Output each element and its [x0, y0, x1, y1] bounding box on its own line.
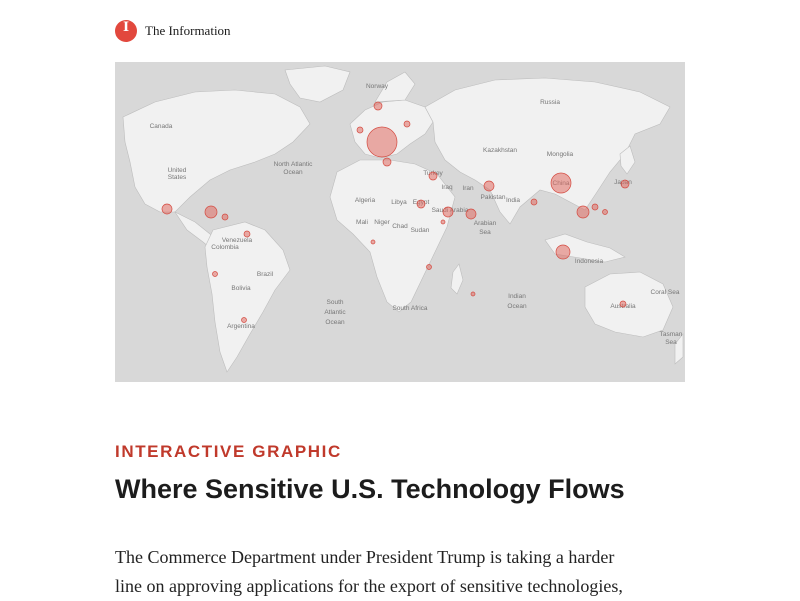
export-marker: [440, 219, 446, 225]
export-marker: [426, 264, 432, 270]
map-label: South Africa: [392, 305, 427, 312]
export-marker: [212, 271, 218, 277]
map-label: Atlantic: [324, 309, 346, 316]
export-marker: [591, 203, 599, 211]
export-marker: [382, 157, 392, 167]
article-body: The Commerce Department under President …: [115, 543, 685, 601]
publication-name: The Information: [145, 23, 231, 38]
export-marker: [356, 126, 364, 134]
map-label: Colombia: [211, 244, 239, 251]
map-label: Iran: [462, 185, 474, 192]
body-line: line on approving applications for the e…: [115, 576, 623, 596]
export-marker: [403, 120, 411, 128]
map-label: Coral Sea: [651, 289, 680, 296]
map-label: South: [327, 299, 344, 306]
map-label: North Atlantic: [274, 161, 313, 168]
map-label: India: [506, 197, 520, 204]
map-label: Ocean: [283, 169, 303, 176]
map-label: Kazakhstan: [483, 147, 517, 154]
map-label: Mongolia: [547, 151, 574, 158]
map-label: United: [168, 167, 187, 174]
export-marker: [442, 206, 454, 218]
map-label: Mali: [356, 219, 368, 226]
map-label: Argentina: [227, 323, 255, 330]
export-marker: [243, 230, 251, 238]
map-label: Venezuela: [222, 237, 253, 244]
export-marker: [221, 213, 229, 221]
export-marker: [530, 198, 538, 206]
export-marker: [619, 300, 627, 308]
map-label: Ocean: [507, 303, 527, 310]
export-marker: [204, 205, 218, 219]
map-label: Iraq: [441, 184, 453, 191]
export-marker: [161, 203, 173, 215]
article-headline: Where Sensitive U.S. Technology Flows: [115, 474, 625, 504]
map-label: Russia: [540, 99, 560, 106]
export-marker: [483, 180, 495, 192]
map-label: Indian: [508, 293, 526, 300]
map-label: States: [168, 174, 187, 181]
export-marker: [373, 101, 383, 111]
export-marker: [428, 171, 438, 181]
map-label: Norway: [366, 83, 389, 90]
export-marker: [555, 244, 571, 260]
map-label: Chad: [392, 223, 408, 230]
export-marker: [241, 317, 247, 323]
map-label: Canada: [150, 123, 173, 130]
map-label: Sea: [479, 229, 491, 236]
export-marker: [465, 208, 477, 220]
map-label: Indonesia: [575, 258, 604, 265]
map-label: Algeria: [355, 197, 376, 204]
body-line: The Commerce Department under President …: [115, 547, 615, 567]
export-marker: [416, 199, 426, 209]
export-marker: [366, 126, 398, 158]
export-marker: [470, 291, 476, 297]
map-label: Niger: [374, 219, 390, 226]
map-label: Pakistan: [481, 194, 506, 201]
export-marker: [620, 179, 630, 189]
map-label: Ocean: [325, 319, 345, 326]
publication-header[interactable]: I The Information: [115, 19, 231, 43]
map-label: Sudan: [411, 227, 430, 234]
export-marker: [370, 239, 376, 245]
map-label: Tasman: [660, 331, 683, 338]
article-kicker: INTERACTIVE GRAPHIC: [115, 442, 342, 461]
export-marker: [550, 172, 572, 194]
map-label: Bolivia: [231, 285, 251, 292]
export-marker: [602, 209, 608, 215]
logo-icon: I: [115, 20, 137, 42]
export-marker: [576, 205, 590, 219]
map-label: Brazil: [257, 271, 274, 278]
map-label: Libya: [391, 199, 407, 206]
world-map[interactable]: Russia Canada United States North Atlant…: [115, 62, 685, 382]
map-label: Arabian: [474, 220, 497, 227]
map-label: Sea: [665, 339, 677, 346]
